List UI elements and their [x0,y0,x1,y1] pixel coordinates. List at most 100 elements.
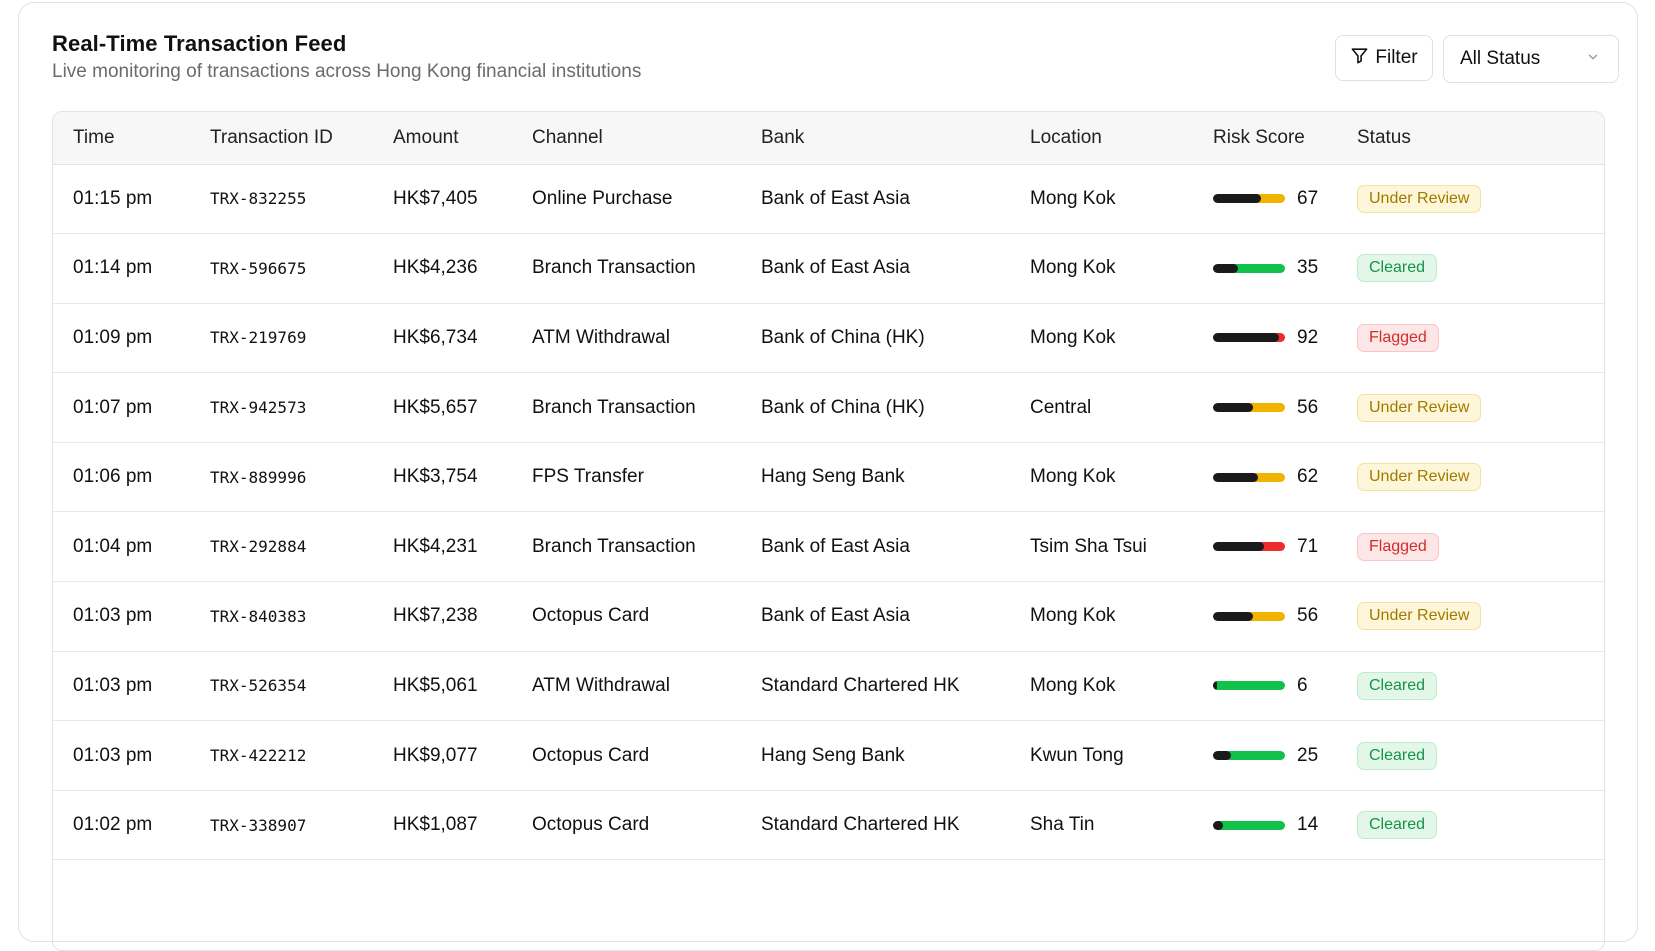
cell-time: 01:14 pm [73,257,153,279]
cell-transaction-id: TRX-840383 [210,606,307,626]
status-select-value: All Status [1460,48,1541,69]
status-select[interactable]: All Status [1443,35,1619,83]
cell-risk-score: 67 [1193,164,1337,234]
cell-amount: HK$1,087 [393,814,478,836]
cell-location: Mong Kok [1030,326,1116,348]
risk-bar-fill [1213,194,1262,204]
status-badge: Under Review [1357,463,1482,492]
column-header[interactable]: Transaction ID [190,112,373,165]
cell-location: Sha Tin [1030,814,1095,836]
cell-location: Mong Kok [1030,187,1116,209]
card-header: Real-Time Transaction Feed Live monitori… [52,31,641,83]
cell-transaction-id: TRX-219769 [210,328,307,348]
transactions-table: Time Transaction ID Amount Channel Bank Locat… [53,112,1604,860]
cell-risk-score: 92 [1193,303,1337,373]
risk-bar-fill [1213,472,1258,482]
table-row[interactable]: 01:07 pm TRX-942573 HK$5,657 Branch Transac… [53,373,1604,443]
cell-time: 01:04 pm [73,535,153,557]
cell-status: Cleared [1337,651,1604,721]
risk-bar-fill [1213,403,1254,413]
filter-button-label: Filter [1375,47,1418,68]
cell-channel: Octopus Card [532,744,650,766]
cell-risk-score: 14 [1193,790,1337,860]
cell-status: Under Review [1337,442,1604,512]
cell-channel: ATM Withdrawal [532,326,670,348]
column-header[interactable]: Channel [512,112,741,165]
cell-channel: Octopus Card [532,814,650,836]
cell-risk-score: 25 [1193,721,1337,791]
cell-location: Mong Kok [1030,466,1116,488]
cell-transaction-id: TRX-526354 [210,676,307,696]
risk-score-value: 6 [1297,674,1308,696]
column-header[interactable]: Risk Score [1193,112,1337,165]
cell-location: Mong Kok [1030,257,1116,279]
risk-score-value: 67 [1297,187,1319,209]
cell-bank: Bank of East Asia [761,535,910,557]
cell-status: Cleared [1337,721,1604,791]
cell-amount: HK$5,061 [393,674,478,696]
cell-status: Cleared [1337,234,1604,304]
risk-bar [1213,820,1285,830]
risk-bar [1213,333,1285,343]
risk-score-value: 71 [1297,535,1319,557]
filter-button[interactable]: Filter [1335,35,1433,81]
cell-amount: HK$5,657 [393,396,478,418]
page-title: Real-Time Transaction Feed [52,31,347,56]
cell-status: Flagged [1337,512,1604,582]
table-row[interactable]: 01:15 pm TRX-832255 HK$7,405 Online Purchas… [53,164,1604,234]
column-header[interactable]: Bank [741,112,1010,165]
risk-bar [1213,403,1285,413]
chevron-down-icon [1586,48,1600,70]
page-subtitle: Live monitoring of transactions across H… [52,61,642,82]
cell-risk-score: 62 [1193,442,1337,512]
cell-bank: Bank of East Asia [761,187,910,209]
risk-bar [1213,611,1285,621]
cell-location: Mong Kok [1030,605,1116,627]
cell-risk-score: 6 [1193,651,1337,721]
cell-bank: Standard Chartered HK [761,674,960,696]
table-row[interactable]: 01:02 pm TRX-338907 HK$1,087 Octopus Card St… [53,790,1604,860]
column-header[interactable]: Amount [373,112,512,165]
status-badge: Under Review [1357,393,1482,422]
cell-status: Under Review [1337,582,1604,652]
cell-risk-score: 56 [1193,373,1337,443]
status-badge: Cleared [1357,671,1438,700]
cell-bank: Bank of East Asia [761,605,910,627]
cell-bank: Bank of East Asia [761,257,910,279]
cell-channel: Online Purchase [532,187,673,209]
cell-channel: Branch Transaction [532,535,696,557]
cell-amount: HK$9,077 [393,744,478,766]
column-header[interactable]: Location [1010,112,1193,165]
cell-location: Kwun Tong [1030,744,1124,766]
table-row[interactable]: 01:04 pm TRX-292884 HK$4,231 Branch Transac… [53,512,1604,582]
status-badge: Cleared [1357,811,1438,840]
status-badge: Cleared [1357,741,1438,770]
cell-time: 01:03 pm [73,744,153,766]
table-row[interactable]: 01:09 pm TRX-219769 HK$6,734 ATM Withdrawal… [53,303,1604,373]
table-row[interactable]: 01:06 pm TRX-889996 HK$3,754 FPS Transfer Ha… [53,442,1604,512]
risk-score-value: 35 [1297,257,1319,279]
cell-location: Mong Kok [1030,674,1116,696]
cell-amount: HK$3,754 [393,466,478,488]
cell-location: Tsim Sha Tsui [1030,535,1147,557]
status-badge: Cleared [1357,254,1438,283]
status-badge: Under Review [1357,184,1482,213]
column-header[interactable]: Status [1337,112,1604,165]
risk-score-value: 56 [1297,396,1319,418]
table-row[interactable]: 01:03 pm TRX-422212 HK$9,077 Octopus Card Ha… [53,721,1604,791]
table-row[interactable]: 01:03 pm TRX-840383 HK$7,238 Octopus Card Ba… [53,582,1604,652]
table-row[interactable]: 01:03 pm TRX-526354 HK$5,061 ATM Withdrawal… [53,651,1604,721]
cell-time: 01:07 pm [73,396,153,418]
controls: Filter All Status [1335,35,1619,83]
cell-time: 01:02 pm [73,814,153,836]
cell-amount: HK$6,734 [393,326,478,348]
transactions-table-container: Time Transaction ID Amount Channel Bank Locat… [52,111,1605,951]
cell-channel: Octopus Card [532,605,650,627]
cell-risk-score: 71 [1193,512,1337,582]
cell-bank: Bank of China (HK) [761,396,925,418]
cell-status: Under Review [1337,373,1604,443]
column-header[interactable]: Time [53,112,190,165]
table-row[interactable]: 01:14 pm TRX-596675 HK$4,236 Branch Transac… [53,234,1604,304]
risk-bar [1213,472,1285,482]
cell-transaction-id: TRX-596675 [210,258,307,278]
